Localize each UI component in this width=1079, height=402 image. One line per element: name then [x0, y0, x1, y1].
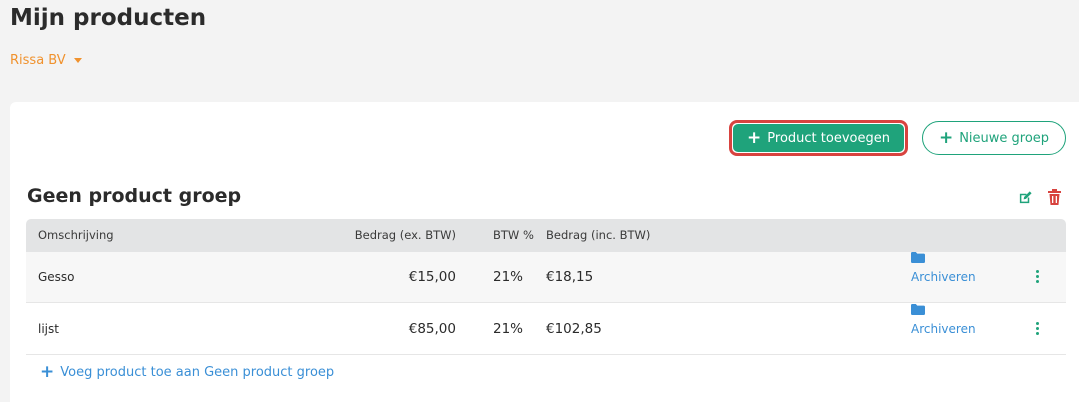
product-description: Gesso [38, 270, 75, 284]
table-header: Omschrijving Bedrag (ex. BTW) BTW % Bedr… [26, 219, 1066, 252]
archive-button[interactable]: Archiveren [911, 304, 976, 336]
add-product-to-group-link[interactable]: + Voeg product toe aan Geen product groe… [40, 364, 334, 381]
table-row[interactable]: Gesso €15,00 21% €18,15 Archiveren [26, 252, 1066, 303]
group-title: Geen product groep [27, 185, 242, 207]
vat-percentage: 21% [493, 321, 524, 337]
add-product-button-label: Product toevoegen [767, 130, 890, 146]
amount-inc-vat: €18,15 [546, 269, 594, 285]
column-header: BTW % [493, 228, 534, 242]
product-description: lijst [38, 322, 59, 336]
column-header: Bedrag (ex. BTW) [354, 228, 456, 242]
add-product-button[interactable]: + Product toevoegen [729, 120, 908, 156]
more-options-icon[interactable] [1034, 322, 1040, 336]
trash-icon[interactable] [1048, 189, 1061, 205]
archive-button[interactable]: Archiveren [911, 252, 976, 284]
table-row[interactable]: lijst €85,00 21% €102,85 Archiveren [26, 304, 1066, 355]
company-dropdown-label: Rissa BV [10, 53, 66, 68]
archive-button-label: Archiveren [911, 322, 976, 336]
plus-icon: + [938, 127, 954, 148]
column-header: Bedrag (inc. BTW) [546, 228, 651, 242]
add-product-to-group-label: Voeg product toe aan Geen product groep [60, 365, 335, 380]
archive-button-label: Archiveren [911, 270, 976, 284]
plus-icon: + [747, 127, 762, 148]
amount-ex-vat: €15,00 [408, 269, 456, 285]
new-group-button-label: Nieuwe groep [959, 130, 1050, 146]
edit-icon[interactable] [1018, 190, 1033, 205]
amount-ex-vat: €85,00 [408, 321, 456, 337]
more-options-icon[interactable] [1034, 270, 1040, 284]
vat-percentage: 21% [493, 269, 524, 285]
company-dropdown[interactable]: Rissa BV [10, 53, 82, 68]
caret-down-icon [73, 58, 82, 63]
plus-icon: + [40, 362, 55, 382]
page-title: Mijn producten [10, 5, 207, 31]
column-header: Omschrijving [38, 228, 114, 242]
new-group-button[interactable]: + Nieuwe groep [922, 121, 1066, 155]
amount-inc-vat: €102,85 [546, 321, 602, 337]
